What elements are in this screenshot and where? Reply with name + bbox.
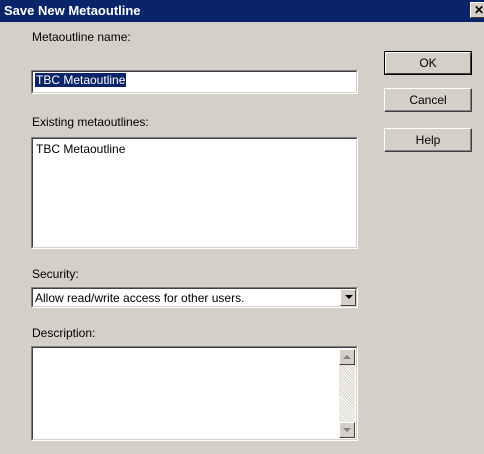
close-button[interactable]: ✕ <box>470 2 484 18</box>
chevron-down-icon <box>345 295 353 299</box>
security-label: Security: <box>32 267 79 281</box>
close-icon: ✕ <box>474 3 484 17</box>
description-label: Description: <box>32 326 96 340</box>
security-dropdown-button[interactable] <box>340 289 356 306</box>
existing-metaoutlines-list[interactable]: TBC Metaoutline <box>31 137 358 249</box>
security-selected-value: Allow read/write access for other users. <box>35 291 245 305</box>
save-new-metaoutline-dialog: Save New Metaoutline ✕ Metaoutline name:… <box>0 0 484 454</box>
dialog-title: Save New Metaoutline <box>4 3 141 18</box>
help-button-label: Help <box>415 133 441 147</box>
list-item[interactable]: TBC Metaoutline <box>36 142 125 156</box>
description-scrollbar[interactable] <box>339 349 355 438</box>
arrow-up-icon <box>343 355 351 359</box>
cancel-button[interactable]: Cancel <box>384 88 472 112</box>
title-bar[interactable]: Save New Metaoutline ✕ <box>0 0 484 22</box>
arrow-down-icon <box>343 428 351 432</box>
cancel-button-label: Cancel <box>409 93 447 107</box>
scroll-up-button[interactable] <box>339 349 355 365</box>
existing-metaoutlines-label: Existing metaoutlines: <box>32 115 149 129</box>
ok-button[interactable]: OK <box>384 51 472 75</box>
help-button[interactable]: Help <box>384 128 472 152</box>
metaoutline-name-label: Metaoutline name: <box>32 30 131 44</box>
scroll-down-button[interactable] <box>339 422 355 438</box>
metaoutline-name-input[interactable]: TBC Metaoutline <box>31 70 358 94</box>
metaoutline-name-value: TBC Metaoutline <box>35 73 127 87</box>
ok-button-label: OK <box>419 56 437 70</box>
security-select[interactable]: Allow read/write access for other users. <box>31 287 358 308</box>
description-textarea[interactable] <box>31 346 358 441</box>
